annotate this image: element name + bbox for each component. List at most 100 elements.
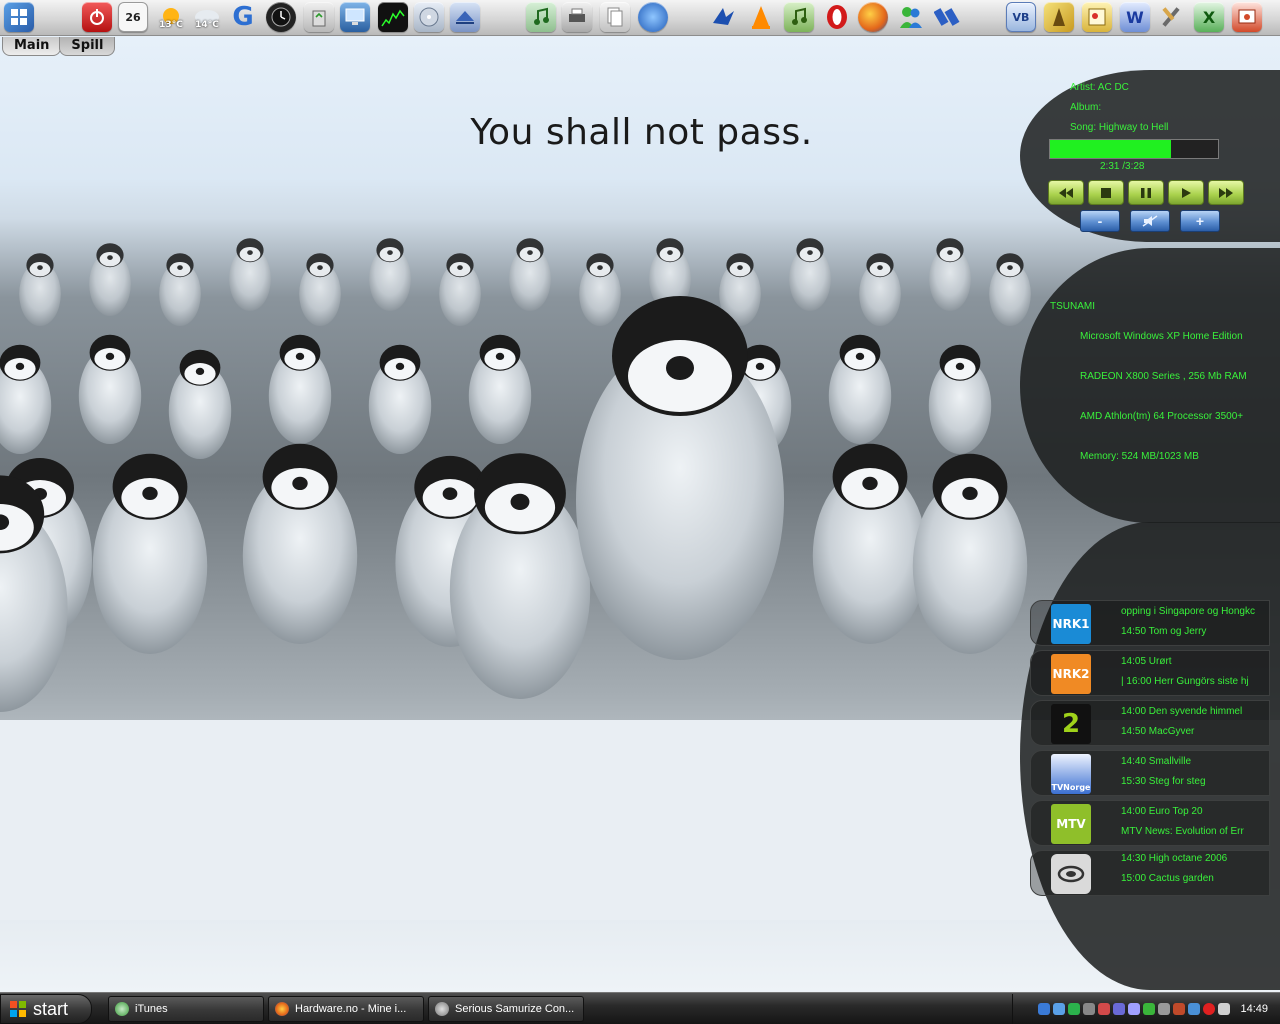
power-icon[interactable] [82, 2, 112, 32]
player-progress-fill [1050, 140, 1171, 158]
calendar-day-label: 26 [125, 10, 141, 24]
update-tray-icon[interactable] [1143, 1003, 1156, 1015]
calendar-icon[interactable]: 26 [118, 2, 148, 32]
bird-icon[interactable] [708, 2, 738, 32]
satellite-icon[interactable] [932, 2, 962, 32]
player-artist: Artist: AC DC [1070, 82, 1129, 93]
volume-tray-icon[interactable] [1188, 1003, 1201, 1015]
tv2-logo-icon: 2 [1051, 704, 1091, 744]
rewind-button[interactable] [1048, 180, 1084, 205]
fast-forward-button[interactable] [1208, 180, 1244, 205]
tab-spill[interactable]: Spill [59, 37, 116, 56]
tv-program-now: 14:40 Smallville [1121, 756, 1192, 767]
sys-cpu: AMD Athlon(tm) 64 Processor 3500+ [1080, 411, 1244, 422]
dock-tabs: Main Spill [2, 37, 116, 57]
tv-channel-row[interactable]: MTV 14:00 Euro Top 20 MTV News: Evolutio… [1030, 800, 1270, 846]
taskbar-item-samurize[interactable]: Serious Samurize Con... [428, 996, 584, 1022]
tv-channel-row[interactable]: NRK1 opping i Singapore og Hongkc 14:50 … [1030, 600, 1270, 646]
stack-icon[interactable] [450, 2, 480, 32]
drive-tray-icon[interactable] [1083, 1003, 1096, 1015]
messenger-tray-icon[interactable] [1068, 1003, 1081, 1015]
monitor-tray-icon[interactable] [1128, 1003, 1141, 1015]
nrk2-logo-text: NRK2 [1052, 667, 1090, 681]
word-icon[interactable]: W [1120, 2, 1150, 32]
taskbar-item-label: Hardware.no - Mine i... [295, 1003, 407, 1015]
firefox-task-icon [275, 1002, 289, 1016]
monitor-icon[interactable] [340, 2, 370, 32]
vlc-icon[interactable] [746, 2, 776, 32]
tv-channel-row[interactable]: 14:30 High octane 2006 15:00 Cactus gard… [1030, 850, 1270, 896]
tv2-logo-text: 2 [1061, 709, 1081, 739]
weather-sun-icon[interactable]: 13°C [156, 2, 186, 32]
mute-button[interactable] [1130, 210, 1170, 232]
tv-channel-row[interactable]: NRK2 14:05 Urørt | 16:00 Herr Gungörs si… [1030, 650, 1270, 696]
taskbar-item-firefox[interactable]: Hardware.no - Mine i... [268, 996, 424, 1022]
tools-icon[interactable] [1156, 2, 1186, 32]
tvnorge-logo-icon: TVNorge [1051, 754, 1091, 794]
rewind-icon [1059, 187, 1073, 198]
documents-icon[interactable] [600, 2, 630, 32]
volume-down-label: - [1097, 213, 1103, 229]
tv-program-now: 14:00 Den syvende himmel [1121, 706, 1243, 717]
player-time: 2:31 /3:28 [1100, 161, 1145, 172]
messenger-icon[interactable] [896, 2, 926, 32]
recycle-bin-icon[interactable] [304, 2, 334, 32]
photoshop-icon[interactable] [1044, 2, 1074, 32]
vb-icon[interactable]: VB [1006, 2, 1036, 32]
word-icon-label: W [1126, 7, 1144, 27]
dvd-drive-icon[interactable] [414, 2, 444, 32]
firefox-icon[interactable] [858, 2, 888, 32]
pause-button[interactable] [1128, 180, 1164, 205]
volume-up-button[interactable]: + [1180, 210, 1220, 232]
play-icon [1182, 187, 1191, 198]
windows-flag-icon [10, 1001, 26, 1017]
network-icon[interactable] [1038, 1003, 1051, 1015]
cpu-graph-icon[interactable] [378, 2, 408, 32]
taskbar-item-label: iTunes [135, 1003, 168, 1015]
opera-icon[interactable] [822, 2, 852, 32]
music-note-icon[interactable] [526, 2, 556, 32]
antivirus-icon[interactable] [1098, 1003, 1111, 1015]
excel-icon[interactable]: X [1194, 2, 1224, 32]
clock-icon[interactable] [266, 2, 296, 32]
zone-swirl-icon [1057, 865, 1085, 883]
sys-memory: Memory: 524 MB/1023 MB [1080, 451, 1199, 462]
google-icon[interactable]: G [228, 2, 258, 32]
weather-cloud-icon[interactable]: 14°C [192, 2, 222, 32]
top-dock: 26 13°C 14°C G VB W X [0, 0, 1280, 36]
itunes-icon[interactable] [784, 2, 814, 32]
globe-icon[interactable] [638, 2, 668, 32]
sys-hostname: TSUNAMI [1050, 301, 1095, 312]
start-label: start [33, 998, 69, 1019]
firewall-tray-icon[interactable] [1173, 1003, 1186, 1015]
speaker-tray-icon[interactable] [1218, 1003, 1231, 1015]
display-tray-icon[interactable] [1113, 1003, 1126, 1015]
tab-main[interactable]: Main [2, 37, 62, 56]
taskbar-item-itunes[interactable]: iTunes [108, 996, 264, 1022]
volume-up-label: + [1195, 213, 1205, 229]
pause-icon [1141, 187, 1151, 198]
java-tray-icon[interactable] [1203, 1003, 1216, 1015]
taskbar-item-label: Serious Samurize Con... [455, 1003, 575, 1015]
play-button[interactable] [1168, 180, 1204, 205]
stop-button[interactable] [1088, 180, 1124, 205]
nrk2-logo-icon: NRK2 [1051, 654, 1091, 694]
volume-down-button[interactable]: - [1080, 210, 1120, 232]
bluetooth-icon[interactable] [1053, 1003, 1066, 1015]
weather-sun-temp: 13°C [159, 20, 183, 30]
windows-logo-icon[interactable] [4, 2, 34, 32]
tv-guide-widget: NRK1 opping i Singapore og Hongkc 14:50 … [1020, 522, 1280, 990]
printer-icon[interactable] [562, 2, 592, 32]
usb-tray-icon[interactable] [1158, 1003, 1171, 1015]
tv-program-now: opping i Singapore og Hongkc [1121, 606, 1255, 617]
zone-logo-icon [1051, 854, 1091, 894]
paint-icon[interactable] [1082, 2, 1112, 32]
tv-program-now: 14:30 High octane 2006 [1121, 853, 1228, 864]
start-button[interactable]: start [0, 994, 92, 1024]
player-progress-bar[interactable] [1049, 139, 1219, 159]
tv-channel-row[interactable]: 2 14:00 Den syvende himmel 14:50 MacGyve… [1030, 700, 1270, 746]
tv-program-next: 15:30 Steg for steg [1121, 776, 1206, 787]
powerpoint-icon[interactable] [1232, 2, 1262, 32]
stop-icon [1101, 187, 1111, 198]
tv-channel-row[interactable]: TVNorge 14:40 Smallville 15:30 Steg for … [1030, 750, 1270, 796]
